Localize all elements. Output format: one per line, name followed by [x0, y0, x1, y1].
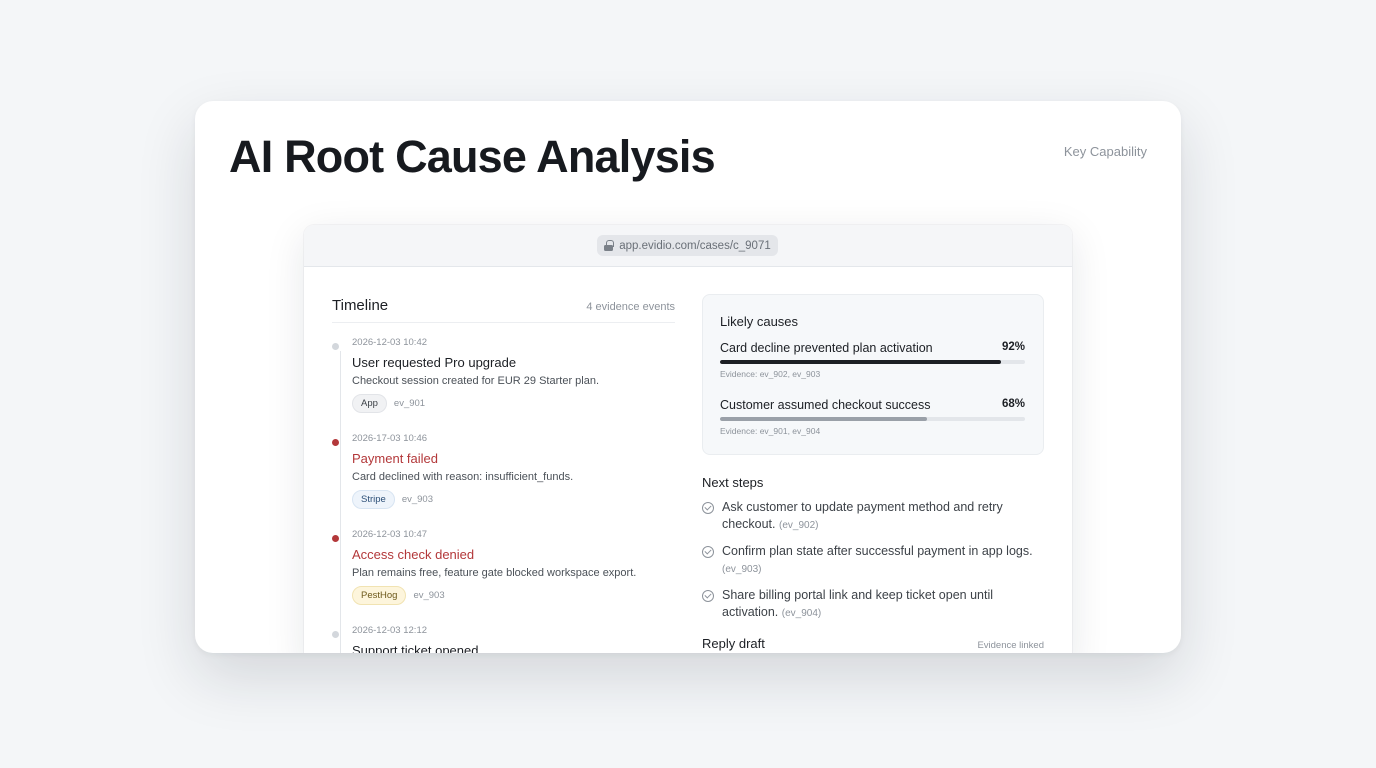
confidence-bar — [720, 360, 1025, 364]
event-error-dot-icon — [332, 535, 339, 542]
confidence-bar-fill — [720, 417, 928, 421]
event-title: User requested Pro upgrade — [352, 355, 517, 370]
page-title: AI Root Cause Analysis — [229, 131, 716, 182]
cause-row: Card decline prevented plan activation 9… — [720, 341, 1025, 355]
cause-item[interactable]: Customer assumed checkout success 68% Ev… — [720, 398, 1025, 436]
causes-title: Likely causes — [720, 314, 799, 329]
event-tags: App ev_901 — [352, 394, 675, 413]
lock-icon — [604, 240, 614, 251]
cause-item[interactable]: Card decline prevented plan activation 9… — [720, 341, 1025, 379]
source-tag[interactable]: Stripe — [352, 490, 395, 509]
capability-card: AI Root Cause Analysis Key Capability ap… — [195, 101, 1181, 653]
evidence-ref[interactable]: ev_903 — [413, 590, 444, 601]
timeline-list: 2026-12-03 10:42 User requested Pro upgr… — [332, 337, 675, 653]
browser-toolbar: app.evidio.com/cases/c_9071 — [304, 225, 1072, 267]
source-tag[interactable]: PestHog — [352, 586, 407, 605]
cause-label: Card decline prevented plan activation — [720, 341, 933, 355]
step-evidence-ref[interactable]: (ev_902) — [779, 520, 818, 531]
address-bar[interactable]: app.evidio.com/cases/c_9071 — [597, 235, 778, 256]
step-description: Share billing portal link and keep ticke… — [722, 588, 994, 619]
reply-draft-title: Reply draft — [702, 636, 765, 651]
cause-evidence: Evidence: ev_901, ev_904 — [720, 426, 821, 436]
event-tags: PestHog ev_903 — [352, 586, 675, 605]
timeline-event[interactable]: 2026-12-03 10:47 Access check denied Pla… — [332, 529, 675, 625]
event-time: 2026-12-03 10:42 — [352, 337, 428, 348]
reply-draft-badge: Evidence linked — [977, 640, 1044, 651]
step-description: Confirm plan state after successful paym… — [722, 544, 1033, 558]
step-text: Ask customer to update payment method an… — [722, 499, 1047, 534]
next-step-item[interactable]: Share billing portal link and keep ticke… — [702, 587, 1047, 622]
step-evidence-ref[interactable]: (ev_904) — [782, 608, 821, 619]
next-steps-panel: Next steps Ask customer to update paymen… — [702, 475, 1047, 622]
event-title: Support ticket opened — [352, 643, 479, 653]
event-description: Card declined with reason: insufficient_… — [352, 471, 574, 483]
confidence-bar-fill — [720, 360, 1001, 364]
cause-percentage: 68% — [1001, 398, 1025, 410]
cause-row: Customer assumed checkout success 68% — [720, 398, 1025, 412]
timeline-panel: Timeline 4 evidence events 2026-12-03 10… — [332, 297, 675, 653]
step-evidence-ref[interactable]: (ev_903) — [722, 564, 761, 575]
evidence-ref[interactable]: ev_903 — [402, 494, 433, 505]
cause-label: Customer assumed checkout success — [720, 398, 931, 412]
event-tags: Stripe ev_903 — [352, 490, 675, 509]
next-steps-title: Next steps — [702, 475, 764, 490]
check-circle-icon[interactable] — [702, 590, 714, 602]
step-description: Ask customer to update payment method an… — [722, 500, 1003, 531]
event-description: Plan remains free, feature gate blocked … — [352, 567, 637, 579]
step-text: Confirm plan state after successful paym… — [722, 543, 1047, 578]
next-step-item[interactable]: Ask customer to update payment method an… — [702, 499, 1047, 534]
timeline-event[interactable]: 2026-17-03 10:46 Payment failed Card dec… — [332, 433, 675, 529]
check-circle-icon[interactable] — [702, 502, 714, 514]
event-description: Checkout session created for EUR 29 Star… — [352, 375, 600, 387]
evidence-ref[interactable]: ev_901 — [394, 398, 425, 409]
reply-draft-header: Reply draft Evidence linked — [702, 636, 1044, 651]
source-tag[interactable]: App — [352, 394, 387, 413]
likely-causes-panel: Likely causes Card decline prevented pla… — [702, 294, 1044, 455]
url-text: app.evidio.com/cases/c_9071 — [619, 239, 771, 252]
event-title: Payment failed — [352, 451, 438, 466]
event-dot-icon — [332, 631, 339, 638]
cause-percentage: 92% — [1001, 341, 1025, 353]
cause-evidence: Evidence: ev_902, ev_903 — [720, 369, 821, 379]
event-time: 2026-17-03 10:46 — [352, 433, 428, 444]
timeline-count: 4 evidence events — [586, 301, 675, 313]
capability-badge: Key Capability — [1063, 144, 1147, 159]
timeline-header: Timeline 4 evidence events — [332, 297, 675, 323]
event-time: 2026-12-03 12:12 — [352, 625, 428, 636]
timeline-event[interactable]: 2026-12-03 12:12 Support ticket opened — [332, 625, 675, 653]
event-dot-icon — [332, 343, 339, 350]
event-time: 2026-12-03 10:47 — [352, 529, 428, 540]
event-error-dot-icon — [332, 439, 339, 446]
next-step-item[interactable]: Confirm plan state after successful paym… — [702, 543, 1047, 578]
confidence-bar — [720, 417, 1025, 421]
browser-window: app.evidio.com/cases/c_9071 Timeline 4 e… — [304, 225, 1072, 653]
timeline-event[interactable]: 2026-12-03 10:42 User requested Pro upgr… — [332, 337, 675, 433]
check-circle-icon[interactable] — [702, 546, 714, 558]
step-text: Share billing portal link and keep ticke… — [722, 587, 1047, 622]
event-title: Access check denied — [352, 547, 475, 562]
timeline-title: Timeline — [332, 297, 389, 314]
